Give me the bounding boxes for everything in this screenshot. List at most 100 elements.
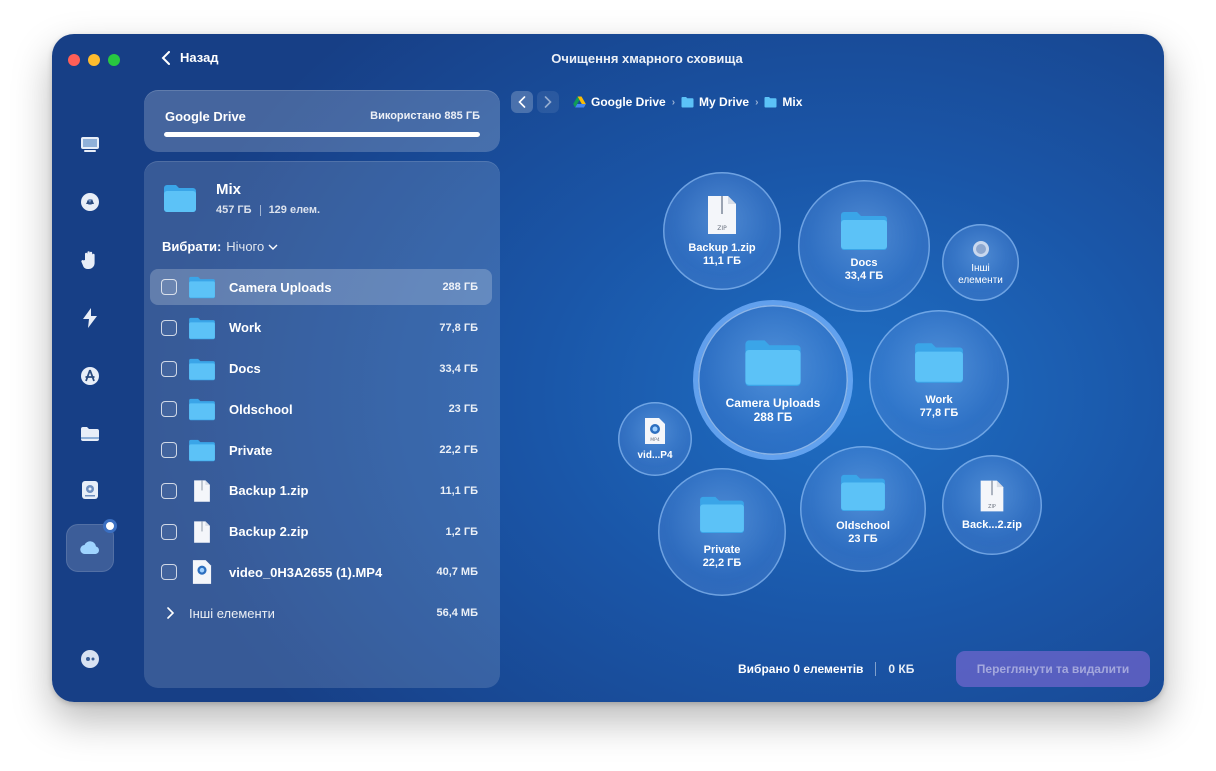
sidebar: [52, 34, 128, 702]
folder-icon: [188, 315, 216, 341]
bubble-private[interactable]: Private 22,2 ГБ: [658, 468, 786, 596]
item-label: Backup 1.zip: [229, 483, 309, 499]
item-size: 288 ГБ: [442, 281, 478, 293]
folder-name: Mix: [216, 181, 242, 198]
bubble-size: 288 ГБ: [753, 410, 793, 424]
bubble-size: 23 ГБ: [848, 533, 878, 545]
bubble-label: Backup 1.zip: [688, 242, 756, 254]
folder-icon: [164, 185, 196, 212]
bubble-video[interactable]: MP4 vid...P4: [618, 402, 692, 476]
list-item[interactable]: Oldschool 23 ГБ: [150, 391, 492, 427]
google-drive-icon: [573, 96, 586, 108]
bubble-backup-1[interactable]: ZIP Backup 1.zip 11,1 ГБ: [663, 172, 781, 290]
bubble-label: Back...2.zip: [962, 518, 1022, 531]
select-dropdown[interactable]: Нічого: [226, 239, 278, 254]
item-checkbox[interactable]: [161, 564, 177, 581]
item-checkbox[interactable]: [161, 442, 177, 458]
cloud-icon: [80, 541, 99, 555]
selection-summary: Вибрано 0 елементів 0 КБ: [738, 662, 914, 676]
bubble-work[interactable]: Work 77,8 ГБ: [869, 310, 1009, 450]
window-title: Очищення хмарного сховища: [551, 51, 743, 66]
bubble-label: Private: [703, 544, 741, 556]
bubble-label: Work: [925, 394, 953, 406]
video-file-icon: [188, 559, 216, 585]
list-item[interactable]: Camera Uploads 288 ГБ: [150, 269, 492, 305]
breadcrumb-my-drive[interactable]: My Drive: [681, 95, 749, 109]
bubble-label: Oldschool: [836, 520, 890, 532]
item-checkbox[interactable]: [161, 482, 177, 499]
item-checkbox[interactable]: [161, 523, 177, 540]
item-label: Docs: [229, 361, 261, 376]
bubble-camera-uploads[interactable]: Camera Uploads 288 ГБ: [698, 305, 848, 455]
list-item[interactable]: video_0H3A2655 (1).MP4 40,7 МБ: [150, 554, 492, 590]
sidebar-item-cleanup[interactable]: [72, 126, 108, 162]
sidebar-item-protection[interactable]: [72, 184, 108, 220]
list-item[interactable]: Work 77,8 ГБ: [150, 310, 492, 346]
item-label: Oldschool: [229, 401, 293, 417]
assistant-icon: [81, 650, 99, 668]
bubble-size: 77,8 ГБ: [919, 407, 959, 419]
bubble-backup-2[interactable]: ZIP Back...2.zip: [942, 455, 1042, 555]
bubble-oldschool[interactable]: Oldschool 23 ГБ: [800, 446, 926, 572]
sidebar-item-privacy[interactable]: [72, 242, 108, 278]
list-item[interactable]: Backup 1.zip 11,1 ГБ: [150, 473, 492, 509]
breadcrumb-mix[interactable]: Mix: [764, 95, 802, 109]
sidebar-item-files[interactable]: [72, 416, 108, 452]
folder-icon: [764, 97, 777, 108]
select-label: Вибрати:: [162, 239, 222, 254]
sidebar-item-assistant[interactable]: [72, 641, 108, 677]
sidebar-item-applications[interactable]: [72, 358, 108, 394]
monitor-icon: [81, 137, 99, 152]
sidebar-item-speed[interactable]: [72, 300, 108, 336]
bubble-label: Інші елементи: [958, 262, 1003, 286]
bubble-label: vid...P4: [637, 449, 673, 461]
selected-count: Вибрано 0 елементів: [738, 662, 864, 676]
item-size: 40,7 МБ: [436, 566, 478, 579]
item-size: 77,8 ГБ: [439, 321, 478, 334]
chevron-right-icon: [544, 96, 552, 108]
bubble-other-items[interactable]: Інші елементи: [942, 224, 1019, 301]
item-size: 22,2 ГБ: [439, 444, 478, 456]
folder-icon: [915, 343, 963, 383]
summary-divider: [875, 662, 877, 676]
item-list: Camera Uploads 288 ГБ Work 77,8 ГБ Docs 33,4 …: [150, 269, 492, 636]
chevron-right-icon: [167, 607, 175, 619]
other-items-icon: [972, 240, 989, 257]
item-label: Work: [229, 320, 262, 336]
zip-file-icon: [188, 519, 216, 545]
bubble-size: 11,1 ГБ: [702, 255, 741, 267]
item-checkbox[interactable]: [161, 360, 177, 377]
other-items-row[interactable]: Інші елементи 56,4 МБ: [150, 595, 492, 631]
item-checkbox[interactable]: [161, 279, 177, 295]
sidebar-item-space-lens[interactable]: [72, 472, 108, 508]
app-window: Назад Очищення хмарного сховища Google D…: [52, 34, 1164, 702]
lightning-icon: [83, 308, 97, 328]
disc-icon: [81, 193, 99, 211]
chevron-down-icon: [268, 244, 278, 250]
list-item[interactable]: Backup 2.zip 1,2 ГБ: [150, 514, 492, 550]
list-item[interactable]: Private 22,2 ГБ: [150, 432, 492, 468]
item-label: Інші елементи: [189, 605, 275, 621]
sidebar-item-cloud-cleanup[interactable]: [66, 519, 117, 572]
folder-icon: [841, 474, 885, 512]
zip-file-icon: [188, 478, 216, 504]
drive-usage-bar: [164, 132, 480, 137]
bubble-docs[interactable]: Docs 33,4 ГБ: [798, 180, 930, 312]
review-and-delete-button[interactable]: Переглянути та видалити: [956, 651, 1150, 687]
nav-back-button[interactable]: [511, 91, 533, 113]
bubble-size: 22,2 ГБ: [702, 557, 742, 569]
item-checkbox[interactable]: [161, 401, 177, 418]
meta-divider: [259, 204, 261, 216]
breadcrumb-google-drive[interactable]: Google Drive: [573, 95, 666, 109]
video-file-icon: MP4: [645, 417, 665, 444]
folder-icon: [700, 496, 744, 534]
item-label: Camera Uploads: [229, 279, 332, 295]
drive-name: Google Drive: [165, 109, 246, 124]
breadcrumb-label: Google Drive: [591, 95, 666, 109]
nav-forward-button[interactable]: [537, 91, 559, 113]
folder-icon: [745, 340, 801, 386]
folder-icon: [188, 396, 216, 422]
item-checkbox[interactable]: [161, 319, 177, 336]
list-item[interactable]: Docs 33,4 ГБ: [150, 351, 492, 387]
folder-stack-icon: [81, 427, 99, 441]
